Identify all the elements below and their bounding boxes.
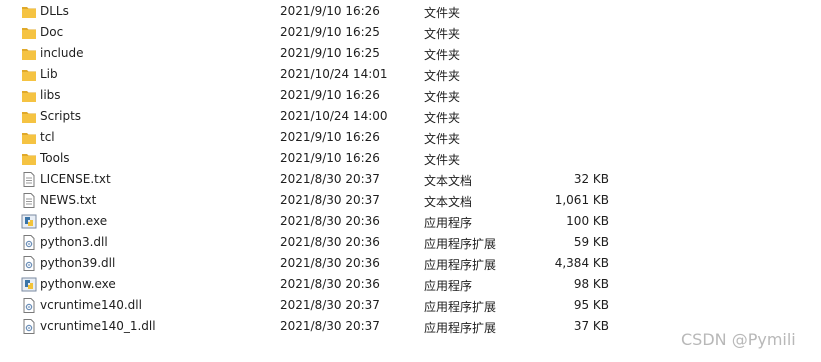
dll-file-icon bbox=[21, 298, 37, 313]
file-name: DLLs bbox=[40, 4, 69, 18]
file-name: vcruntime140_1.dll bbox=[40, 319, 156, 333]
file-date: 2021/10/24 14:01 bbox=[280, 67, 388, 81]
text-file-icon bbox=[21, 193, 37, 208]
file-name: vcruntime140.dll bbox=[40, 298, 142, 312]
file-date: 2021/8/30 20:36 bbox=[280, 235, 380, 249]
file-type: 文件夹 bbox=[424, 48, 461, 62]
file-type: 文件夹 bbox=[424, 27, 461, 41]
file-type: 文本文档 bbox=[424, 174, 473, 188]
file-name: python.exe bbox=[40, 214, 108, 228]
dll-file-icon bbox=[21, 256, 37, 271]
file-size: 59 KB bbox=[573, 235, 609, 249]
file-name: python3.dll bbox=[40, 235, 108, 249]
folder-icon bbox=[21, 25, 37, 40]
file-type: 文件夹 bbox=[424, 90, 461, 104]
file-row[interactable]: python39.dll 2021/8/30 20:36 应用程序扩展 4,384 K… bbox=[0, 253, 700, 274]
file-date: 2021/8/30 20:37 bbox=[280, 319, 380, 333]
file-type: 文件夹 bbox=[424, 132, 461, 146]
file-row[interactable]: python.exe 2021/8/30 20:36 应用程序 100 KB bbox=[0, 211, 700, 232]
folder-icon bbox=[21, 109, 37, 124]
folder-icon bbox=[21, 67, 37, 82]
file-row[interactable]: Doc 2021/9/10 16:25 文件夹 bbox=[0, 22, 700, 43]
file-date: 2021/9/10 16:26 bbox=[280, 130, 380, 144]
file-name: python39.dll bbox=[40, 256, 116, 270]
file-name: Tools bbox=[40, 151, 70, 165]
file-date: 2021/8/30 20:36 bbox=[280, 277, 380, 291]
file-name: Scripts bbox=[40, 109, 82, 123]
file-row[interactable]: include 2021/9/10 16:25 文件夹 bbox=[0, 43, 700, 64]
file-type: 文件夹 bbox=[424, 6, 461, 20]
folder-icon bbox=[21, 88, 37, 103]
file-row[interactable]: vcruntime140.dll 2021/8/30 20:37 应用程序扩展 95 … bbox=[0, 295, 700, 316]
file-type: 应用程序扩展 bbox=[424, 258, 497, 272]
file-name: LICENSE.txt bbox=[40, 172, 111, 186]
file-type: 文件夹 bbox=[424, 111, 461, 125]
file-row[interactable]: libs 2021/9/10 16:26 文件夹 bbox=[0, 85, 700, 106]
file-row[interactable]: Scripts 2021/10/24 14:00 文件夹 bbox=[0, 106, 700, 127]
file-type: 应用程序扩展 bbox=[424, 300, 497, 314]
file-date: 2021/9/10 16:25 bbox=[280, 25, 380, 39]
file-row[interactable]: vcruntime140_1.dll 2021/8/30 20:37 应用程序扩展 3… bbox=[0, 316, 700, 337]
folder-icon bbox=[21, 151, 37, 166]
folder-icon bbox=[21, 46, 37, 61]
file-row[interactable]: DLLs 2021/9/10 16:26 文件夹 bbox=[0, 1, 700, 22]
file-date: 2021/9/10 16:26 bbox=[280, 151, 380, 165]
file-size: 4,384 KB bbox=[554, 256, 609, 270]
file-name: tcl bbox=[40, 130, 55, 144]
file-name: pythonw.exe bbox=[40, 277, 116, 291]
file-type: 文件夹 bbox=[424, 153, 461, 167]
folder-icon bbox=[21, 4, 37, 19]
file-row[interactable]: Lib 2021/10/24 14:01 文件夹 bbox=[0, 64, 700, 85]
file-date: 2021/8/30 20:37 bbox=[280, 298, 380, 312]
file-name: include bbox=[40, 46, 84, 60]
file-name: libs bbox=[40, 88, 61, 102]
file-size: 32 KB bbox=[573, 172, 609, 186]
file-date: 2021/8/30 20:36 bbox=[280, 256, 380, 270]
file-row[interactable]: pythonw.exe 2021/8/30 20:36 应用程序 98 KB bbox=[0, 274, 700, 295]
file-type: 应用程序 bbox=[424, 279, 473, 293]
file-size: 98 KB bbox=[573, 277, 609, 291]
file-size: 95 KB bbox=[573, 298, 609, 312]
text-file-icon bbox=[21, 172, 37, 187]
file-date: 2021/8/30 20:36 bbox=[280, 214, 380, 228]
file-type: 应用程序扩展 bbox=[424, 321, 497, 335]
file-date: 2021/9/10 16:26 bbox=[280, 88, 380, 102]
python-exe-icon bbox=[21, 277, 37, 292]
file-row[interactable]: LICENSE.txt 2021/8/30 20:37 文本文档 32 KB bbox=[0, 169, 700, 190]
file-date: 2021/9/10 16:26 bbox=[280, 4, 380, 18]
file-type: 文件夹 bbox=[424, 69, 461, 83]
file-size: 100 KB bbox=[566, 214, 609, 228]
file-row[interactable]: tcl 2021/9/10 16:26 文件夹 bbox=[0, 127, 700, 148]
file-row[interactable]: Tools 2021/9/10 16:26 文件夹 bbox=[0, 148, 700, 169]
file-row[interactable]: python3.dll 2021/8/30 20:36 应用程序扩展 59 KB bbox=[0, 232, 700, 253]
file-type: 文本文档 bbox=[424, 195, 473, 209]
file-size: 1,061 KB bbox=[554, 193, 609, 207]
file-name: Doc bbox=[40, 25, 64, 39]
file-date: 2021/8/30 20:37 bbox=[280, 193, 380, 207]
watermark: CSDN @Pymili bbox=[681, 330, 796, 349]
file-date: 2021/10/24 14:00 bbox=[280, 109, 388, 123]
file-type: 应用程序 bbox=[424, 216, 473, 230]
file-name: Lib bbox=[40, 67, 58, 81]
dll-file-icon bbox=[21, 235, 37, 250]
dll-file-icon bbox=[21, 319, 37, 334]
file-size: 37 KB bbox=[573, 319, 609, 333]
file-name: NEWS.txt bbox=[40, 193, 97, 207]
file-row[interactable]: NEWS.txt 2021/8/30 20:37 文本文档 1,061 KB bbox=[0, 190, 700, 211]
file-date: 2021/8/30 20:37 bbox=[280, 172, 380, 186]
python-exe-icon bbox=[21, 214, 37, 229]
file-type: 应用程序扩展 bbox=[424, 237, 497, 251]
file-date: 2021/9/10 16:25 bbox=[280, 46, 380, 60]
folder-icon bbox=[21, 130, 37, 145]
